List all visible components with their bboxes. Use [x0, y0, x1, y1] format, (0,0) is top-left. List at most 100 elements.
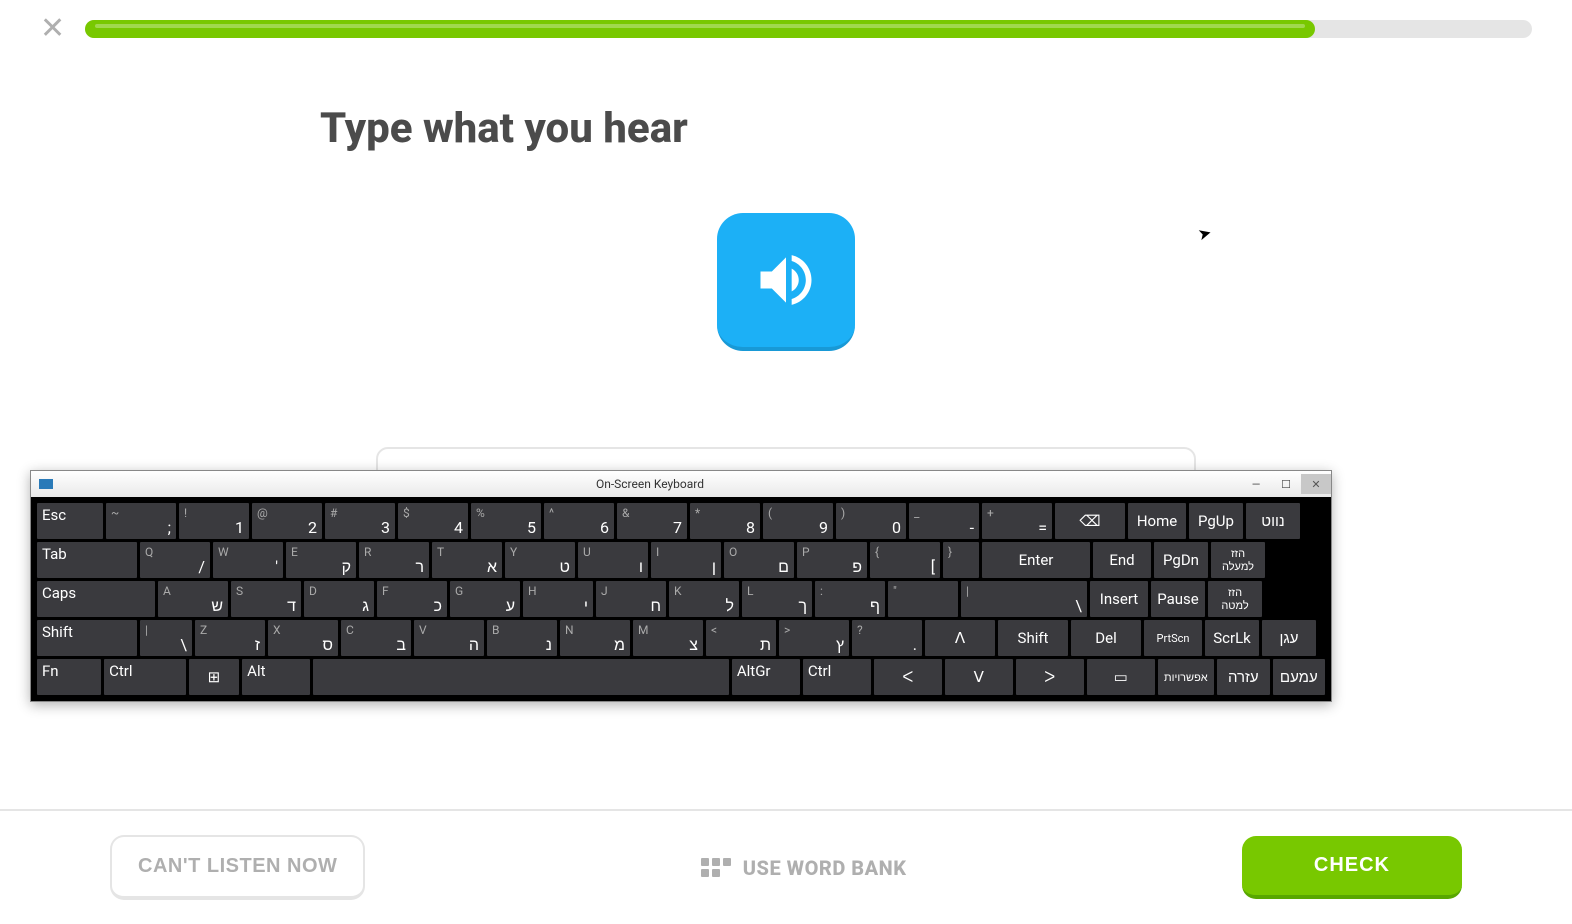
osk-key[interactable]: Alt	[242, 659, 310, 695]
osk-close-button[interactable]: ✕	[1301, 474, 1331, 494]
osk-key[interactable]: Jח	[596, 581, 666, 617]
osk-key[interactable]: Dג	[304, 581, 374, 617]
osk-key[interactable]: Shift	[37, 620, 137, 656]
osk-keys: Esc~;!1@2#3$4%5^6&7*8(9)0_-+=⌫HomePgUpנו…	[31, 497, 1331, 701]
osk-key[interactable]: #3	[325, 503, 395, 539]
speaker-icon	[752, 246, 820, 314]
osk-key[interactable]: Vה	[414, 620, 484, 656]
osk-key[interactable]: ▭	[1087, 659, 1155, 695]
osk-key[interactable]: ~;	[106, 503, 176, 539]
osk-key[interactable]: Enter	[982, 542, 1090, 578]
prompt-title: Type what you hear	[320, 104, 1572, 153]
osk-key[interactable]: ᐯ	[945, 659, 1013, 695]
osk-key[interactable]: Cב	[341, 620, 411, 656]
osk-key[interactable]: עמעם	[1273, 659, 1326, 695]
osk-key[interactable]: Tab	[37, 542, 137, 578]
osk-key[interactable]: End	[1093, 542, 1151, 578]
osk-key[interactable]: PrtScn	[1144, 620, 1202, 656]
osk-key[interactable]: ^6	[544, 503, 614, 539]
osk-key[interactable]: Bנ	[487, 620, 557, 656]
osk-key[interactable]: נווט	[1246, 503, 1300, 539]
osk-key[interactable]: |\	[961, 581, 1087, 617]
osk-key[interactable]: Esc	[37, 503, 103, 539]
osk-key[interactable]: Mצ	[633, 620, 703, 656]
check-button[interactable]: CHECK	[1242, 836, 1462, 899]
osk-key[interactable]: %5	[471, 503, 541, 539]
osk-key[interactable]: Fn	[37, 659, 101, 695]
osk-key[interactable]: :ף	[815, 581, 885, 617]
osk-key[interactable]: Lך	[742, 581, 812, 617]
osk-key[interactable]: !1	[179, 503, 249, 539]
osk-key[interactable]: PgDn	[1154, 542, 1208, 578]
osk-key[interactable]: Gע	[450, 581, 520, 617]
osk-key[interactable]: הזז למעלה	[1211, 542, 1265, 578]
osk-key[interactable]: ScrLk	[1205, 620, 1259, 656]
osk-key[interactable]: >ץ	[779, 620, 849, 656]
osk-key[interactable]	[313, 659, 729, 695]
osk-maximize-button[interactable]: ☐	[1271, 474, 1301, 494]
osk-key[interactable]: Kל	[669, 581, 739, 617]
osk-key[interactable]: Home	[1128, 503, 1186, 539]
progress-bar	[85, 20, 1532, 38]
use-word-bank-button[interactable]: USE WORD BANK	[701, 856, 907, 880]
close-icon[interactable]: ✕	[40, 14, 65, 44]
osk-key[interactable]: ᐳ	[1016, 659, 1084, 695]
osk-key[interactable]: Sד	[231, 581, 301, 617]
osk-key[interactable]: Fכ	[377, 581, 447, 617]
osk-key[interactable]: AltGr	[732, 659, 800, 695]
osk-key[interactable]: Ctrl	[803, 659, 871, 695]
osk-key[interactable]: ᐱ	[925, 620, 995, 656]
osk-key[interactable]: עגן	[1262, 620, 1316, 656]
osk-key[interactable]: Yט	[505, 542, 575, 578]
osk-key[interactable]: Insert	[1090, 581, 1148, 617]
osk-key[interactable]: <ת	[706, 620, 776, 656]
osk-key[interactable]: PgUp	[1189, 503, 1243, 539]
play-audio-button[interactable]	[717, 213, 855, 351]
osk-key[interactable]: Eק	[286, 542, 356, 578]
osk-key[interactable]: Xס	[268, 620, 338, 656]
osk-key[interactable]: Shift	[998, 620, 1068, 656]
osk-key[interactable]: Uו	[578, 542, 648, 578]
osk-key[interactable]: &7	[617, 503, 687, 539]
osk-key[interactable]: Aש	[158, 581, 228, 617]
osk-key[interactable]: Del	[1071, 620, 1141, 656]
osk-key[interactable]: *8	[690, 503, 760, 539]
osk-key[interactable]: הזז למטה	[1208, 581, 1262, 617]
osk-key[interactable]: Oם	[724, 542, 794, 578]
word-bank-icon	[701, 858, 731, 877]
osk-key[interactable]: Zז	[195, 620, 265, 656]
osk-key[interactable]: }	[943, 542, 979, 578]
osk-key[interactable]: ⊞	[189, 659, 240, 695]
osk-key[interactable]: W'	[213, 542, 283, 578]
mouse-cursor: ➤	[1196, 223, 1214, 245]
osk-key[interactable]: Q/	[140, 542, 210, 578]
osk-key[interactable]: אפשרויות	[1158, 659, 1214, 695]
osk-minimize-button[interactable]: —	[1241, 474, 1271, 494]
cant-listen-button[interactable]: CAN'T LISTEN NOW	[110, 835, 365, 900]
osk-key[interactable]: ᐸ	[874, 659, 942, 695]
progress-fill	[85, 20, 1315, 38]
osk-key[interactable]: Iן	[651, 542, 721, 578]
osk-key[interactable]: עזרה	[1217, 659, 1270, 695]
osk-key[interactable]: $4	[398, 503, 468, 539]
osk-key[interactable]: Pפ	[797, 542, 867, 578]
osk-key[interactable]: _-	[909, 503, 979, 539]
osk-key[interactable]: Caps	[37, 581, 155, 617]
osk-title-bar[interactable]: On-Screen Keyboard — ☐ ✕	[31, 471, 1331, 497]
osk-key[interactable]: Rר	[359, 542, 429, 578]
osk-key[interactable]: Tא	[432, 542, 502, 578]
osk-key[interactable]: (9	[763, 503, 833, 539]
osk-key[interactable]: "	[888, 581, 958, 617]
osk-key[interactable]: |\	[140, 620, 192, 656]
osk-key[interactable]: ?.	[852, 620, 922, 656]
osk-key[interactable]: {[	[870, 542, 940, 578]
osk-key[interactable]: Hי	[523, 581, 593, 617]
osk-key[interactable]: Nמ	[560, 620, 630, 656]
osk-title: On-Screen Keyboard	[59, 477, 1241, 491]
osk-key[interactable]: Pause	[1151, 581, 1205, 617]
osk-key[interactable]: )0	[836, 503, 906, 539]
osk-key[interactable]: ⌫	[1055, 503, 1125, 539]
osk-key[interactable]: +=	[982, 503, 1052, 539]
osk-key[interactable]: @2	[252, 503, 322, 539]
osk-key[interactable]: Ctrl	[104, 659, 185, 695]
